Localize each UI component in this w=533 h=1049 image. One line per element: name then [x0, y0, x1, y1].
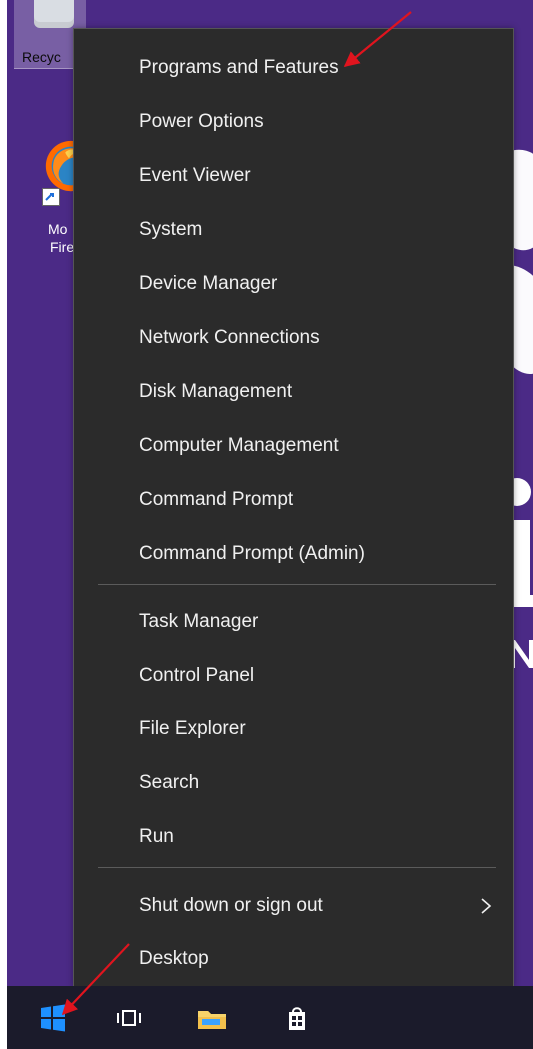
- menu-item-label: Desktop: [139, 948, 209, 969]
- menu-item-label: Power Options: [139, 111, 264, 132]
- winx-power-user-menu: Programs and Features Power Options Even…: [73, 28, 514, 988]
- menu-item-label: Computer Management: [139, 435, 339, 456]
- store-taskbar-button[interactable]: [277, 998, 317, 1038]
- menu-item-task-manager[interactable]: Task Manager: [74, 595, 515, 648]
- menu-item-label: Task Manager: [139, 611, 259, 632]
- menu-item-label: Run: [139, 826, 174, 847]
- menu-item-computer-management[interactable]: Computer Management: [74, 419, 515, 472]
- menu-separator: [98, 584, 496, 585]
- menu-item-label: Command Prompt (Admin): [139, 543, 365, 564]
- task-view-icon: [117, 1010, 141, 1026]
- menu-item-command-prompt[interactable]: Command Prompt: [74, 473, 515, 526]
- menu-item-label: Search: [139, 772, 200, 793]
- menu-item-disk-management[interactable]: Disk Management: [74, 365, 515, 418]
- menu-item-label: File Explorer: [139, 718, 246, 739]
- menu-item-label: Device Manager: [139, 273, 278, 294]
- menu-item-desktop[interactable]: Desktop: [74, 932, 515, 985]
- windows-start-button[interactable]: [33, 998, 73, 1038]
- firefox-label-line2: Fire: [50, 239, 75, 255]
- store-icon: [289, 1007, 305, 1030]
- recycle-bin-icon: [34, 0, 74, 28]
- menu-item-network-connections[interactable]: Network Connections: [74, 311, 515, 364]
- menu-item-label: Disk Management: [139, 381, 293, 402]
- screenshot-frame: Recyc Mo Fire Programs and Features Powe…: [7, 0, 533, 1049]
- menu-item-label: Command Prompt: [139, 489, 294, 510]
- file-explorer-taskbar-button[interactable]: [192, 998, 232, 1038]
- menu-item-programs-and-features[interactable]: Programs and Features: [74, 41, 515, 94]
- recycle-bin-label: Recyc: [22, 49, 61, 65]
- menu-item-shut-down-or-sign-out[interactable]: Shut down or sign out: [74, 879, 515, 932]
- menu-item-file-explorer[interactable]: File Explorer: [74, 702, 515, 755]
- menu-item-device-manager[interactable]: Device Manager: [74, 257, 515, 310]
- menu-item-search[interactable]: Search: [74, 756, 515, 809]
- menu-item-label: Event Viewer: [139, 165, 251, 186]
- taskbar: [7, 986, 533, 1049]
- windows-start-icon: [41, 1004, 65, 1032]
- menu-item-system[interactable]: System: [74, 203, 515, 256]
- menu-item-control-panel[interactable]: Control Panel: [74, 649, 515, 702]
- menu-item-run[interactable]: Run: [74, 810, 515, 863]
- shortcut-overlay-icon: [42, 188, 60, 206]
- menu-separator: [98, 867, 496, 868]
- menu-item-event-viewer[interactable]: Event Viewer: [74, 149, 515, 202]
- menu-item-command-prompt-admin[interactable]: Command Prompt (Admin): [74, 527, 515, 580]
- menu-item-label: Programs and Features: [139, 57, 339, 78]
- menu-item-label: Network Connections: [139, 327, 320, 348]
- file-explorer-icon: [198, 1011, 226, 1029]
- menu-item-power-options[interactable]: Power Options: [74, 95, 515, 148]
- chevron-right-icon: [480, 879, 492, 932]
- task-view-button[interactable]: [109, 998, 149, 1038]
- menu-item-label: System: [139, 219, 203, 240]
- firefox-label-line1: Mo: [48, 221, 68, 237]
- menu-item-label: Control Panel: [139, 665, 255, 686]
- menu-item-label: Shut down or sign out: [139, 895, 323, 916]
